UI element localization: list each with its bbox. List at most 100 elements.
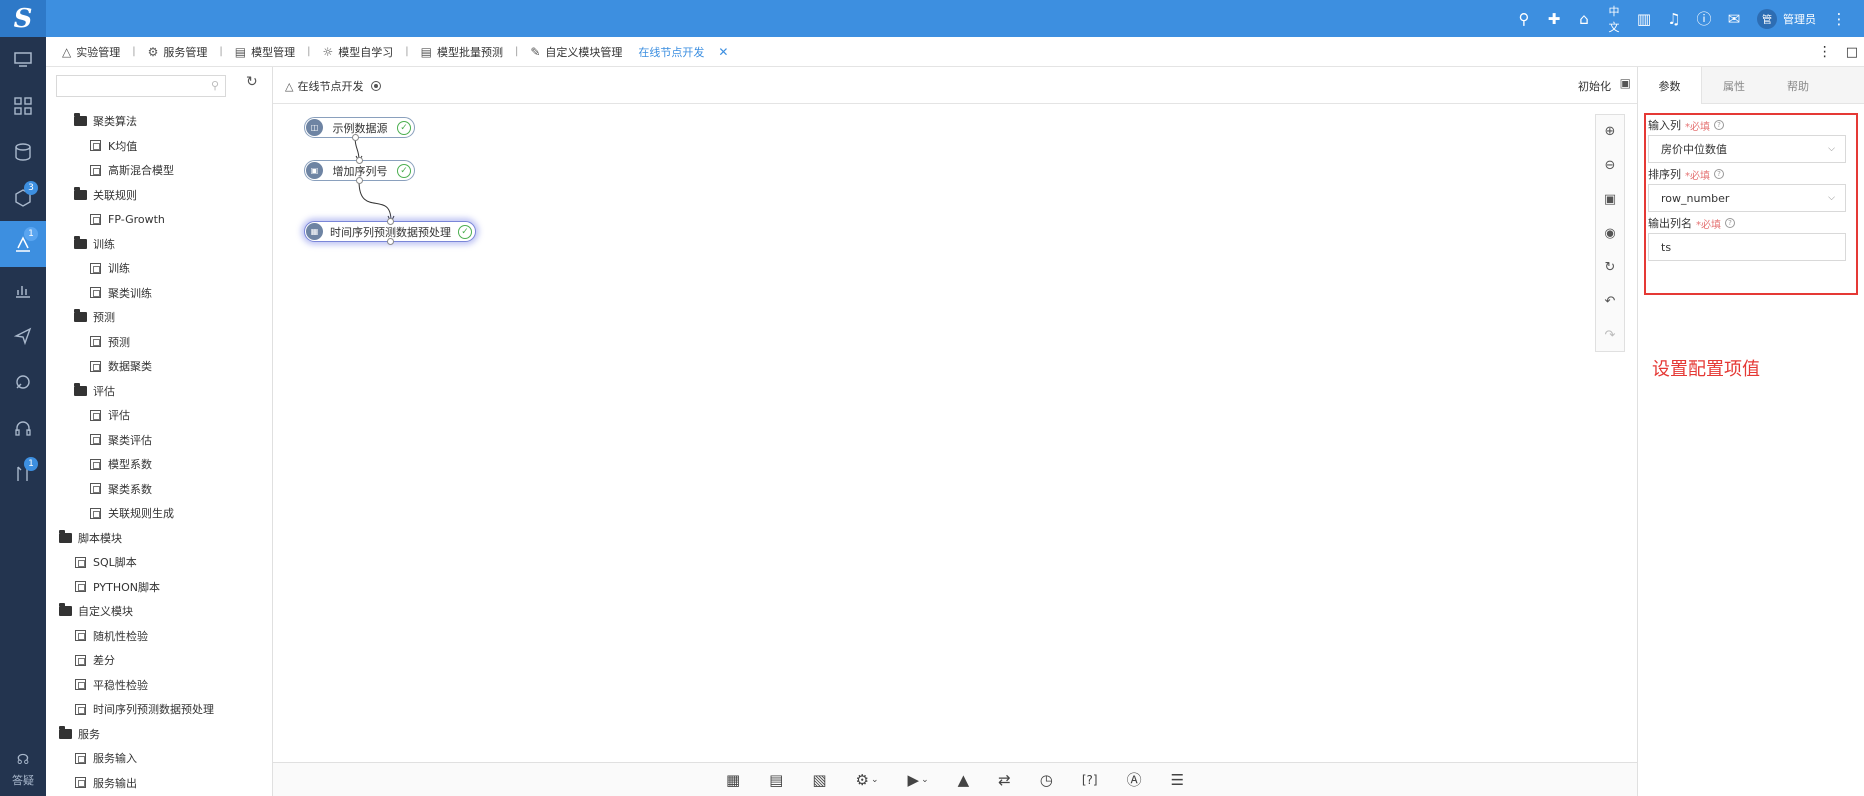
settings-dropdown-icon[interactable]: ⚙ ⌄ (856, 771, 879, 789)
tab-service[interactable]: ⚙ 服务管理 (148, 44, 208, 60)
tree-item[interactable]: 服务输入 (46, 746, 272, 771)
tree-search-input[interactable]: ⚲ (56, 75, 226, 97)
undo-icon[interactable]: ↶ (1605, 291, 1616, 311)
tree-item[interactable]: 训练 (46, 256, 272, 281)
search-icon[interactable]: ⚲ (1509, 0, 1539, 37)
output-port[interactable] (352, 134, 359, 141)
init-button[interactable]: 初始化 (1578, 78, 1611, 94)
nav-service-icon[interactable] (0, 359, 46, 405)
run-dropdown-icon[interactable]: ▶ ⌄ (908, 771, 929, 789)
zoom-out-icon[interactable]: ⊖ (1605, 155, 1616, 175)
save-icon[interactable]: ▤ (769, 771, 783, 789)
save-as-icon[interactable]: ▧ (812, 771, 826, 789)
init-icon[interactable]: ▣ (1620, 76, 1631, 90)
tree-item[interactable]: SQL脚本 (46, 550, 272, 575)
nav-chart-icon[interactable] (0, 267, 46, 313)
help-desk[interactable]: ☊ 答疑 (0, 752, 46, 788)
workflow-canvas[interactable]: ◫ 示例数据源 ✓ ▣ 增加序列号 ✓ ▦ 时间序列预测数据预处理 ✓ (273, 104, 1637, 762)
output-port[interactable] (356, 177, 363, 184)
swap-icon[interactable]: ⇄ (998, 771, 1011, 789)
nav-tools-icon[interactable]: 1 (0, 451, 46, 497)
help-icon[interactable]: ? (1725, 218, 1735, 228)
more-vertical-icon[interactable]: ⋮ (1818, 44, 1832, 60)
tab-model[interactable]: ▤ 模型管理 (235, 44, 295, 60)
close-icon[interactable]: ✕ (718, 45, 728, 59)
output-column-input[interactable]: ts (1648, 233, 1846, 261)
help-icon[interactable]: ? (1714, 120, 1724, 130)
tree-item[interactable]: 聚类训练 (46, 281, 272, 306)
more-vertical-icon[interactable]: ⋮ (1824, 0, 1854, 37)
input-port[interactable] (387, 218, 394, 225)
tab-custom-module[interactable]: ✎ 自定义模块管理 (530, 44, 622, 60)
node-sample-datasource[interactable]: ◫ 示例数据源 ✓ (304, 117, 415, 138)
avatar[interactable]: 管 (1757, 8, 1777, 29)
nav-database-icon[interactable] (0, 129, 46, 175)
nav-apps-icon[interactable] (0, 83, 46, 129)
schedule-icon[interactable]: ◷ (1040, 771, 1053, 789)
zoom-in-icon[interactable]: ⊕ (1605, 121, 1616, 141)
tree-folder[interactable]: 聚类算法 (46, 109, 272, 134)
tab-help[interactable]: 帮助 (1766, 67, 1830, 104)
nav-monitor-icon[interactable] (0, 37, 46, 83)
tree-item[interactable]: 随机性检验 (46, 624, 272, 649)
tab-experiment[interactable]: △ 实验管理 (62, 44, 120, 60)
tree-folder[interactable]: 评估 (46, 379, 272, 404)
document-icon[interactable]: ☰ (1171, 771, 1184, 789)
refresh-icon[interactable]: ↻ (246, 74, 258, 90)
tree-folder[interactable]: 脚本模块 (46, 526, 272, 551)
format-icon[interactable]: Ⓐ (1127, 769, 1142, 790)
username[interactable]: 管理员 (1783, 11, 1816, 27)
refresh-icon[interactable]: ↻ (1605, 257, 1616, 277)
tree-item[interactable]: 服务输出 (46, 771, 272, 796)
tree-item[interactable]: 聚类评估 (46, 428, 272, 453)
tree-folder[interactable]: 预测 (46, 305, 272, 330)
fit-view-icon[interactable]: ▣ (1604, 189, 1616, 209)
tree-folder[interactable]: 自定义模块 (46, 599, 272, 624)
output-port[interactable] (387, 238, 394, 245)
input-port[interactable] (356, 157, 363, 164)
export-icon[interactable]: ▲ (958, 771, 970, 789)
tree-item[interactable]: 数据聚类 (46, 354, 272, 379)
maximize-icon[interactable]: □ (1846, 45, 1858, 60)
tree-item[interactable]: 差分 (46, 648, 272, 673)
language-switch[interactable]: 中文 (1599, 0, 1629, 37)
nav-modeling-icon[interactable]: 1 (0, 221, 46, 267)
tree-item[interactable]: 预测 (46, 330, 272, 355)
tab-online-node-dev[interactable]: 在线节点开发 ✕ (638, 44, 728, 60)
new-file-icon[interactable]: ▦ (726, 771, 740, 789)
message-icon[interactable]: ✉ (1719, 0, 1749, 37)
tree-item[interactable]: 模型系数 (46, 452, 272, 477)
nav-send-icon[interactable] (0, 313, 46, 359)
tree-item[interactable]: 评估 (46, 403, 272, 428)
app-logo[interactable]: S (0, 0, 46, 37)
tree-item[interactable]: 聚类系数 (46, 477, 272, 502)
nav-headset-icon[interactable] (0, 405, 46, 451)
redo-icon[interactable]: ↷ (1605, 325, 1616, 345)
tab-attributes[interactable]: 属性 (1702, 67, 1766, 104)
sort-column-select[interactable]: row_number ⌵ (1648, 184, 1846, 212)
tree-folder[interactable]: 关联规则 (46, 183, 272, 208)
tree-item[interactable]: 时间序列预测数据预处理 (46, 697, 272, 722)
locate-icon[interactable]: ◉ (1604, 223, 1615, 243)
radio-icon[interactable] (371, 81, 382, 91)
input-column-select[interactable]: 房价中位数值 ⌵ (1648, 135, 1846, 163)
home-icon[interactable]: ⌂ (1569, 0, 1599, 37)
help-bracket-icon[interactable]: [?] (1082, 773, 1098, 787)
tree-folder[interactable]: 服务 (46, 722, 272, 747)
help-icon[interactable]: ? (1714, 169, 1724, 179)
add-icon[interactable]: ✚ (1539, 0, 1569, 37)
tree-item[interactable]: PYTHON脚本 (46, 575, 272, 600)
bag-icon[interactable]: ▥ (1629, 0, 1659, 37)
tab-self-learning[interactable]: ☼ 模型自学习 (322, 44, 393, 60)
tree-item[interactable]: 高斯混合模型 (46, 158, 272, 183)
help-icon[interactable]: ⓘ (1689, 0, 1719, 37)
bell-icon[interactable]: ♫ (1659, 0, 1689, 37)
tree-item[interactable]: 平稳性检验 (46, 673, 272, 698)
tree-item[interactable]: FP-Growth (46, 207, 272, 232)
nav-models-icon[interactable]: 3 (0, 175, 46, 221)
tab-params[interactable]: 参数 (1638, 67, 1702, 104)
tree-item[interactable]: K均值 (46, 134, 272, 159)
tree-folder[interactable]: 训练 (46, 232, 272, 257)
tree-item[interactable]: 关联规则生成 (46, 501, 272, 526)
tab-batch-predict[interactable]: ▤ 模型批量预测 (421, 44, 503, 60)
